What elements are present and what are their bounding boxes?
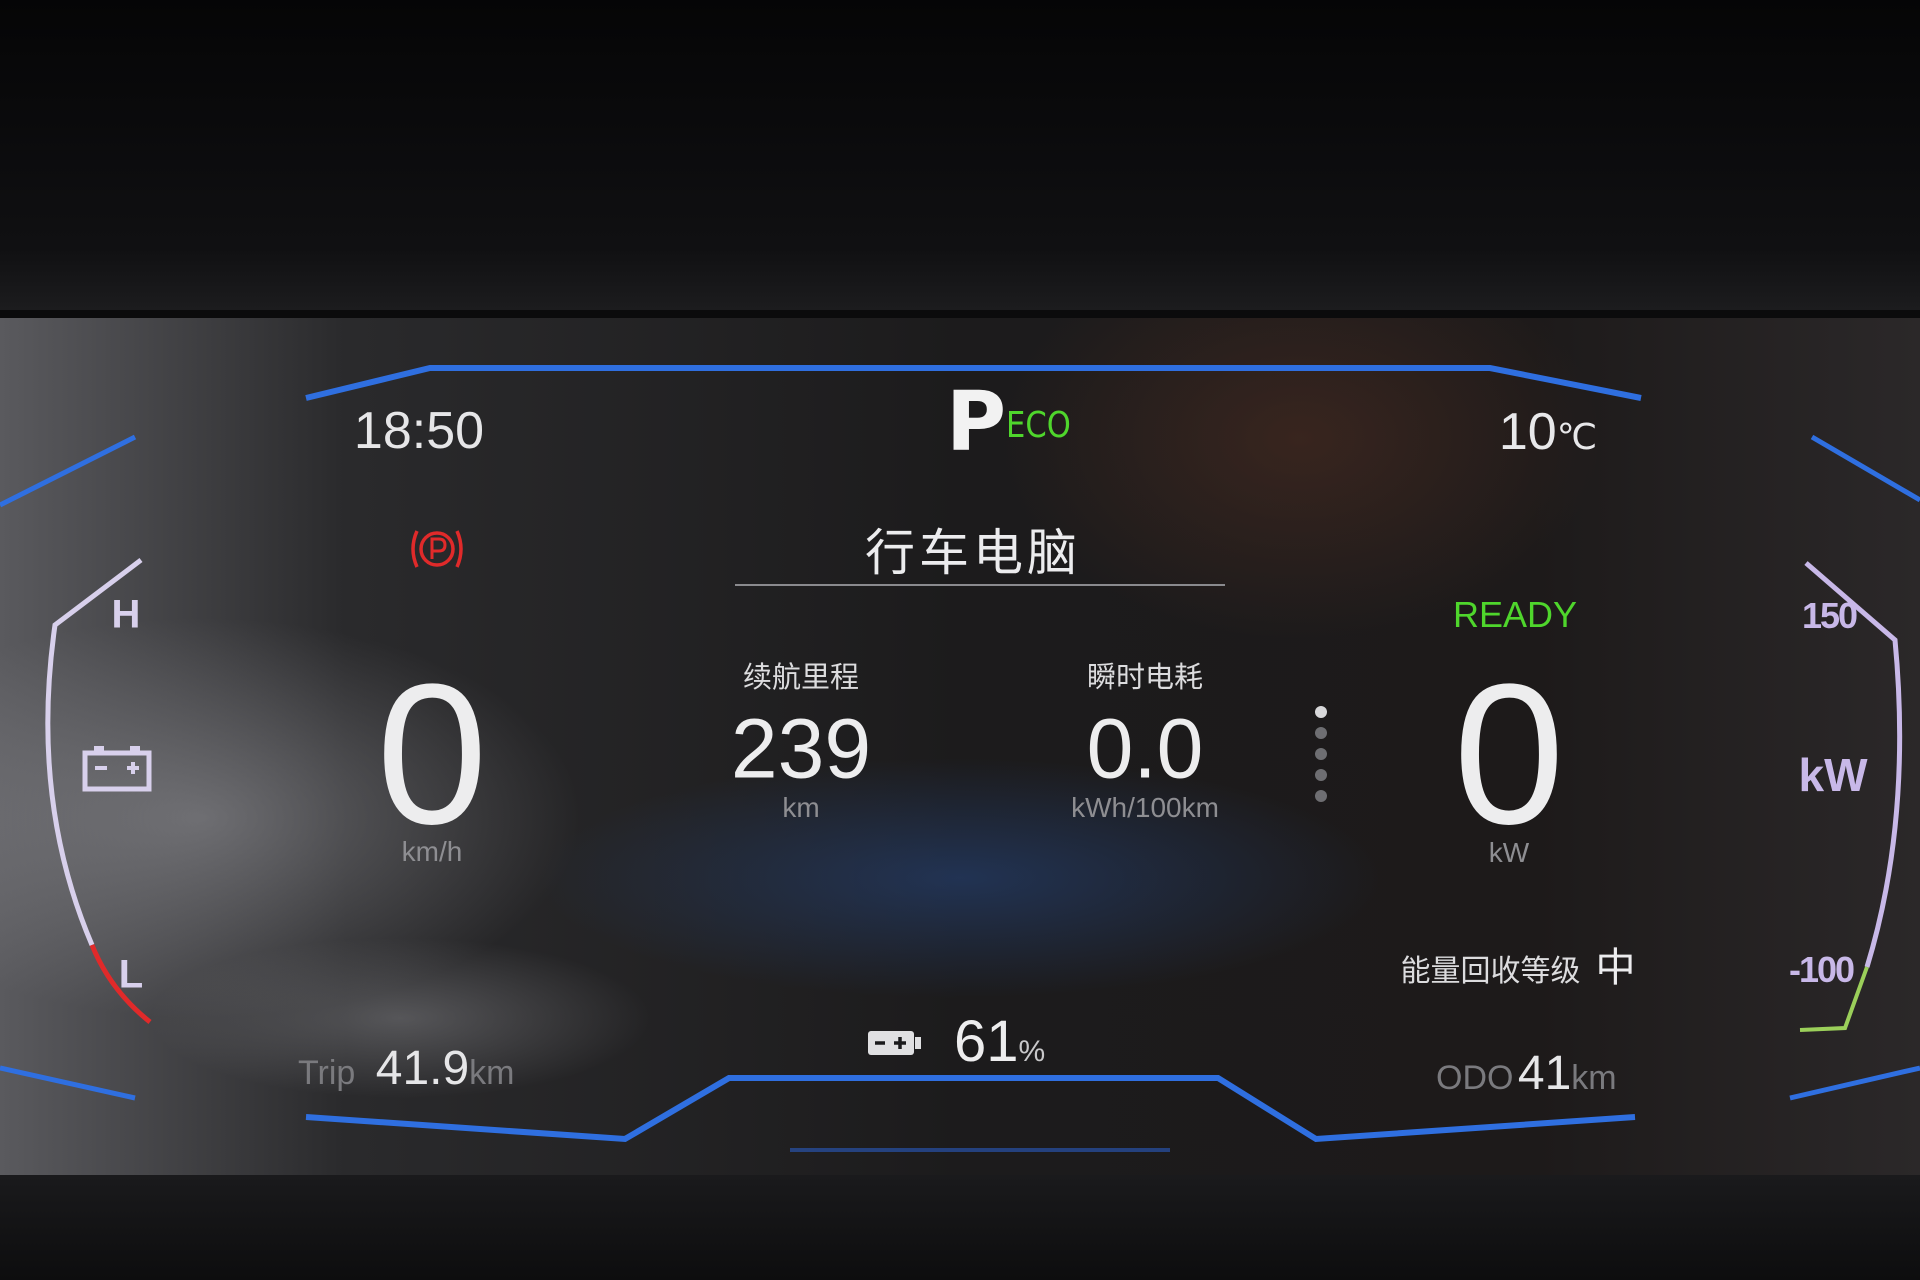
left-upper-edge-line <box>0 434 137 508</box>
range-value: 239 <box>730 701 872 796</box>
power-gauge-min: -100 <box>1788 949 1855 990</box>
consumption-unit: kWh/100km <box>1071 792 1219 823</box>
regen-level-value: 中 <box>1595 945 1636 991</box>
temperature-unit: ℃ <box>1556 416 1598 457</box>
power-gauge-unit: kW <box>1798 749 1868 801</box>
power-unit: kW <box>1488 837 1530 868</box>
page-dot[interactable] <box>1315 748 1327 760</box>
trip-meter: Trip 41.9km <box>298 1045 515 1093</box>
drive-mode-eco: ECO <box>1006 405 1071 446</box>
cluster-frame-lines <box>0 365 1920 1152</box>
power-value: 0 <box>1453 643 1565 866</box>
range-label: 续航里程 <box>742 660 860 694</box>
battery-soc-value: 61 <box>954 1009 1019 1074</box>
trip-value: 41.9 <box>375 1042 470 1095</box>
battery-soc-unit: % <box>1018 1035 1046 1068</box>
right-lower-edge-line <box>1789 1065 1920 1101</box>
gear-indicator: P <box>946 375 1007 470</box>
page-dot[interactable] <box>1315 790 1327 802</box>
odo-unit: km <box>1571 1059 1617 1097</box>
page-dot[interactable] <box>1315 727 1327 739</box>
regen-level: 能量回收等级 中 <box>1400 935 1635 993</box>
ready-indicator: READY <box>1452 594 1578 635</box>
consumption-value: 0.0 <box>1086 701 1204 796</box>
page-dot-active[interactable] <box>1315 706 1327 718</box>
temperature-value: 10 <box>1498 403 1557 461</box>
speed-unit: km/h <box>401 836 463 867</box>
consumption-label: 瞬时电耗 <box>1086 660 1204 694</box>
left-lower-edge-line <box>0 1065 136 1101</box>
power-gauge-max: 150 <box>1801 595 1858 636</box>
battery-soc: 61% <box>954 1013 1045 1071</box>
battery-level-icon <box>868 1028 922 1062</box>
trip-computer-title[interactable]: 行车电脑 <box>865 513 1081 585</box>
regen-label: 能量回收等级 <box>1400 954 1581 989</box>
speed-value: 0 <box>376 643 488 866</box>
clock-time: 18:50 <box>353 402 485 460</box>
parking-brake-icon <box>408 527 466 571</box>
page-indicator-dots[interactable] <box>1315 706 1329 802</box>
range-unit: km <box>782 792 820 823</box>
right-upper-edge-line <box>1810 434 1920 503</box>
odo-label: ODO <box>1436 1059 1514 1097</box>
battery-icon <box>82 746 152 796</box>
trip-unit: km <box>469 1054 515 1092</box>
odo-value: 41 <box>1517 1047 1572 1100</box>
gauge-high-label: H <box>111 592 141 637</box>
odometer: ODO 41km <box>1436 1050 1617 1098</box>
page-dot[interactable] <box>1315 769 1327 781</box>
trip-label: Trip <box>298 1054 356 1092</box>
gauge-low-label: L <box>118 952 144 997</box>
outside-temperature: 10℃ <box>1499 402 1597 462</box>
